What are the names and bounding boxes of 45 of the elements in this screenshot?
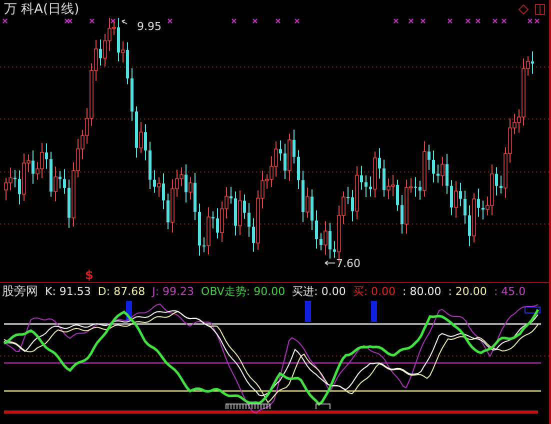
candle xyxy=(364,174,368,198)
candle xyxy=(315,210,318,250)
cross-marker xyxy=(275,18,281,24)
cross-marker xyxy=(492,18,498,24)
indicator-reading: : 80.00 xyxy=(402,285,442,298)
candle xyxy=(464,190,466,224)
cross-marker xyxy=(2,18,8,24)
indicator-reading: J: 99.23 xyxy=(152,285,194,298)
cross-marker xyxy=(110,18,116,24)
cross-marker xyxy=(231,18,237,24)
indicator-reading: : 45.0 xyxy=(494,285,526,298)
signal-outline-bar xyxy=(524,306,540,314)
high-price-annotation: 9.95 xyxy=(122,20,162,33)
cross-marker xyxy=(447,18,453,24)
candle xyxy=(130,68,134,122)
cross-marker xyxy=(420,18,426,24)
cross-marker xyxy=(393,18,399,24)
panel-icon[interactable] xyxy=(535,4,545,14)
candle xyxy=(198,203,201,256)
cross-marker xyxy=(89,18,95,24)
cross-marker xyxy=(294,18,300,24)
indicator-reading: OBV走势: 90.00 xyxy=(201,284,286,299)
indicator-reading: K: 91.53 xyxy=(45,285,91,298)
candle xyxy=(297,150,300,190)
cross-marker xyxy=(465,18,471,24)
chart-title: 万 科A(日线) xyxy=(4,1,80,18)
cross-marker xyxy=(501,18,507,24)
signal-bar xyxy=(371,301,377,322)
indicator-reading: : 20.00 xyxy=(448,285,487,298)
candle xyxy=(148,141,152,190)
cross-marker xyxy=(167,18,173,24)
candle xyxy=(432,150,435,183)
low-price-annotation: 7.60 xyxy=(324,257,360,270)
indicator-reading: D: 87.68 xyxy=(98,285,146,298)
cross-marker xyxy=(475,18,481,24)
indicator-reading: 买: 0.00 xyxy=(352,284,396,299)
candle xyxy=(248,202,250,238)
indicator-name: 股旁网 xyxy=(2,283,38,300)
signal-mark: $ xyxy=(85,268,94,282)
signal-bar xyxy=(305,301,311,322)
cross-marker xyxy=(408,18,414,24)
diamond-icon[interactable] xyxy=(518,4,529,14)
candle xyxy=(63,168,66,194)
indicator-reading: 买进: 0.00 xyxy=(292,284,346,299)
cross-marker xyxy=(252,18,258,24)
